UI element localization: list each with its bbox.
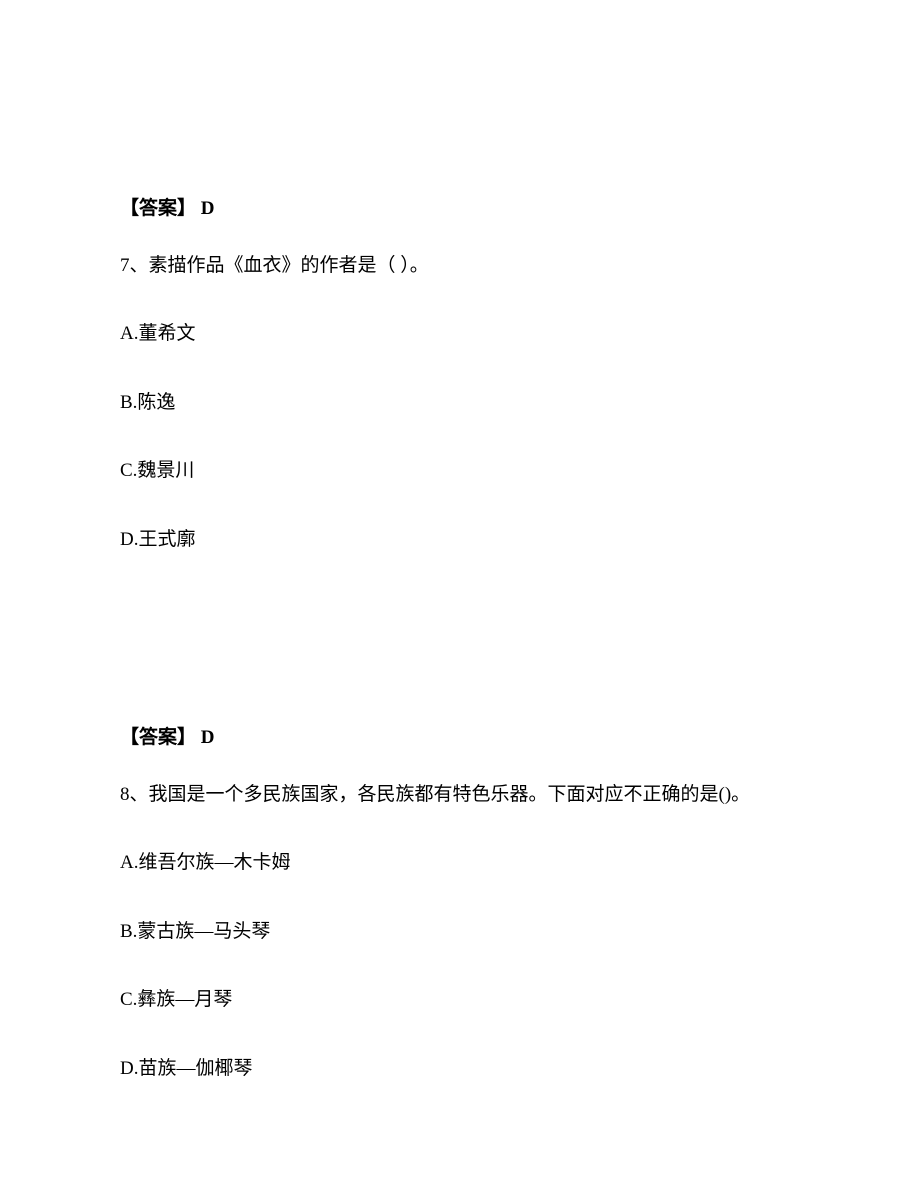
- question-7-option-d: D.王式廓: [120, 526, 800, 555]
- question-7-option-a: A.董希文: [120, 320, 800, 349]
- question-7-stem: 7、素描作品《血衣》的作者是（ ）。: [120, 252, 800, 281]
- answer-label-q7: 【答案】 D: [120, 724, 800, 753]
- question-8-option-b: B.蒙古族—马头琴: [120, 918, 800, 947]
- question-8-option-c: C.彝族—月琴: [120, 986, 800, 1015]
- question-8-option-a: A.维吾尔族—木卡姆: [120, 849, 800, 878]
- question-7-option-c: C.魏景川: [120, 457, 800, 486]
- page-content: 【答案】 D 7、素描作品《血衣》的作者是（ ）。 A.董希文 B.陈逸 C.魏…: [0, 0, 920, 1083]
- question-8-option-d: D.苗族—伽椰琴: [120, 1055, 800, 1084]
- answer-label-q6: 【答案】 D: [120, 195, 800, 224]
- question-7-option-b: B.陈逸: [120, 389, 800, 418]
- question-8-stem: 8、我国是一个多民族国家，各民族都有特色乐器。下面对应不正确的是()。: [120, 781, 800, 810]
